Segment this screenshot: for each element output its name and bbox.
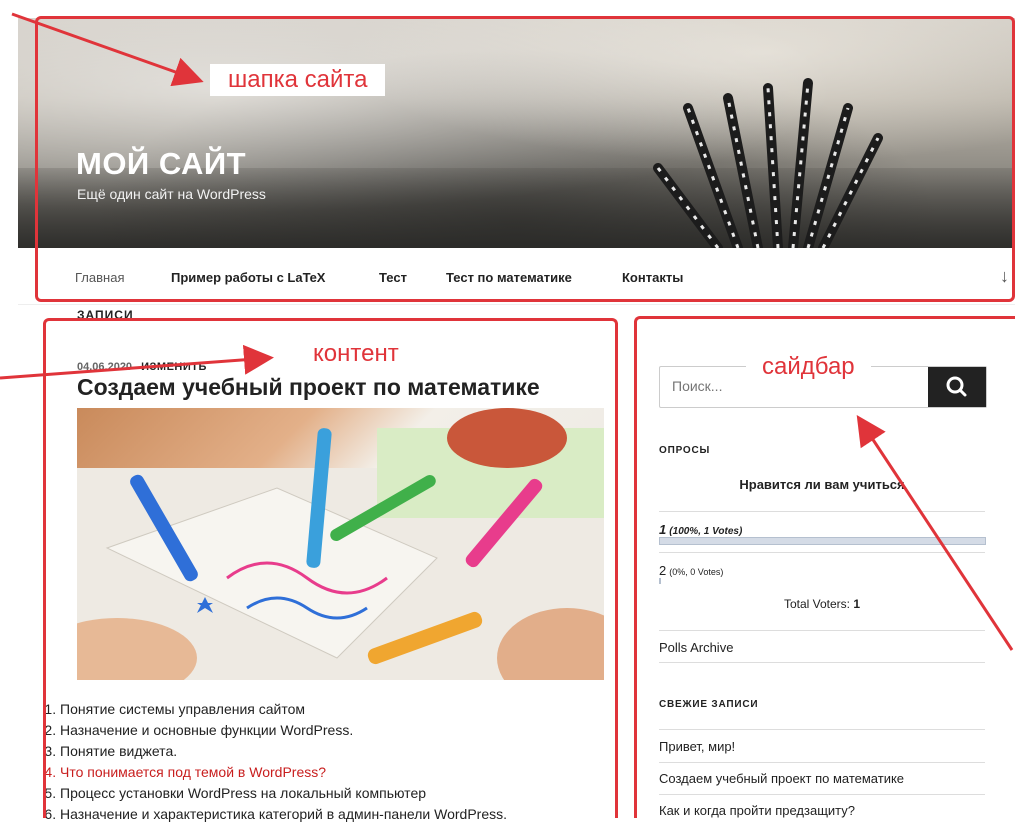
- sidebar-annotation-label: сайдбар: [746, 351, 871, 383]
- content-annotation-frame: [43, 318, 618, 818]
- header-annotation-label: шапка сайта: [210, 64, 386, 96]
- sidebar-annotation-frame: [634, 316, 1015, 818]
- header-annotation-frame: [35, 16, 1015, 302]
- content-annotation-label: контент: [313, 340, 399, 367]
